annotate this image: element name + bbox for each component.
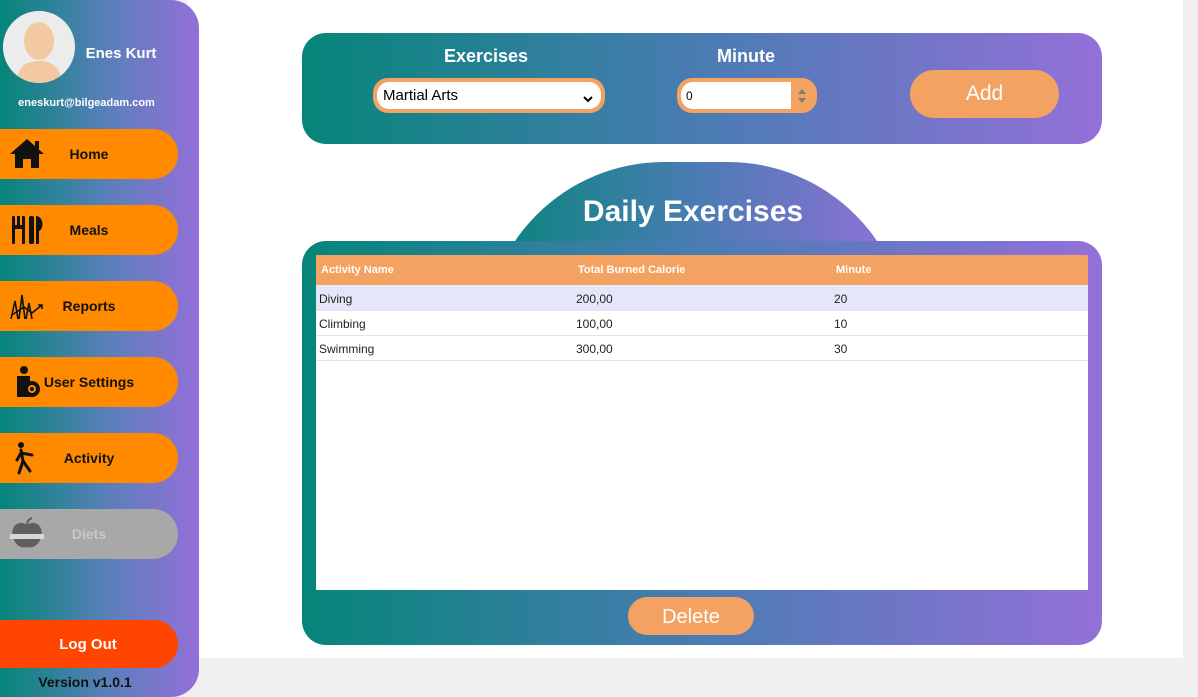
table-header: Activity Name Total Burned Calorie Minut… [316,255,1088,285]
version-label: Version v1.0.1 [38,674,132,690]
exercise-select-box[interactable]: Martial Arts [377,82,601,109]
nav-user-settings-button[interactable]: User Settings [0,357,178,407]
column-header-activity-name[interactable]: Activity Name [321,264,394,276]
table-cell: 300,00 [576,342,613,356]
user-email: eneskurt@bilgeadam.com [18,97,155,109]
table-cell: Swimming [319,342,375,356]
minute-label: Minute [717,46,775,66]
table-row[interactable]: Diving 200,00 20 [316,285,1088,311]
nav-diets-label: Diets [71,526,107,542]
table-cell: Climbing [319,317,366,331]
table-cell: 10 [834,317,848,331]
minute-input-value: 0 [686,89,693,103]
nav-user-settings-label: User Settings [43,374,135,390]
daily-exercises-title: Daily Exercises [582,195,804,228]
table-cell: Diving [319,292,353,306]
sidebar: Enes Kurt eneskurt@bilgeadam.com Home Me… [0,0,199,697]
table-row[interactable]: Swimming 300,00 30 [316,335,1088,361]
column-header-minute[interactable]: Minute [836,264,871,276]
nav-home-button[interactable]: Home [0,129,178,179]
exercises-label: Exercises [443,46,529,66]
table-row[interactable]: Climbing 100,00 10 [316,310,1088,336]
table-cell: 200,00 [576,292,613,306]
nav-reports-label: Reports [62,298,116,314]
minute-input[interactable]: 0 [681,82,791,109]
nav-diets-button[interactable]: Diets [0,509,178,559]
nav-activity-label: Activity [63,450,115,466]
spinner-icon[interactable] [795,86,809,106]
avatar [3,11,75,83]
minute-stepper[interactable]: 0 [677,78,817,113]
nav-reports-button[interactable]: Reports [0,281,178,331]
add-button[interactable]: Add [910,70,1059,118]
nav-home-label: Home [69,146,109,162]
column-header-total-burned-calorie[interactable]: Total Burned Calorie [578,264,685,276]
exercise-select[interactable]: Martial Arts [373,78,605,113]
table-cell: 20 [834,292,848,306]
chevron-down-icon[interactable] [583,91,593,103]
daily-exercises-table[interactable]: Activity Name Total Burned Calorie Minut… [316,255,1088,590]
nav-activity-button[interactable]: Activity [0,433,178,483]
delete-button[interactable]: Delete [628,597,754,635]
logout-button[interactable]: Log Out [0,620,178,668]
exercise-select-value: Martial Arts [383,87,459,104]
table-cell: 30 [834,342,848,356]
nav-meals-button[interactable]: Meals [0,205,178,255]
nav-meals-label: Meals [69,222,109,238]
table-cell: 100,00 [576,317,613,331]
user-name: Enes Kurt [85,45,157,62]
logout-label: Log Out [59,636,117,653]
